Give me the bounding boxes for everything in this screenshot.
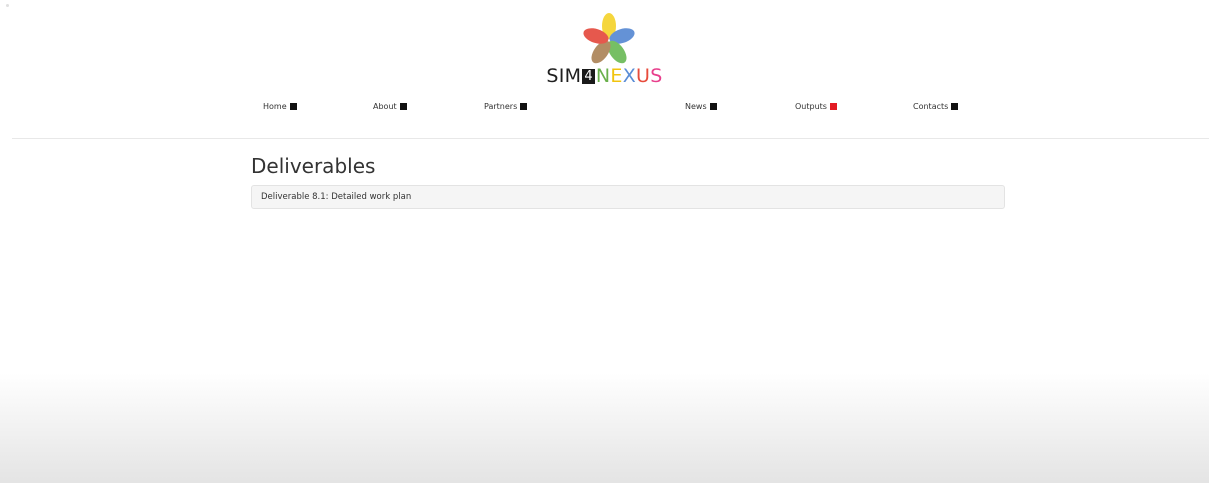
- nav-item-news[interactable]: News: [685, 102, 717, 111]
- nav-item-partners[interactable]: Partners: [484, 102, 528, 111]
- page: SIM 4 NEXUS Home About Partners News Outpu…: [0, 0, 1209, 483]
- logo-letter: E: [610, 65, 623, 87]
- main-nav: Home About Partners News Outputs Contact…: [0, 102, 1209, 116]
- nav-item-label: Partners: [484, 102, 518, 111]
- nav-item-label: About: [373, 102, 397, 111]
- star-logo-icon: [583, 13, 635, 64]
- logo-letter: U: [636, 65, 651, 87]
- square-icon: [520, 103, 528, 110]
- site-logo[interactable]: SIM 4 NEXUS: [0, 10, 1209, 90]
- page-title: Deliverables: [251, 154, 376, 178]
- square-icon: [709, 103, 717, 110]
- logo-letter: N: [595, 65, 611, 87]
- nav-item-label: Home: [263, 102, 287, 111]
- logo-text-sim: SIM: [546, 65, 582, 87]
- logo-text-nexus: NEXUS: [596, 65, 663, 87]
- nav-item-contacts[interactable]: Contacts: [913, 102, 959, 111]
- nav-item-about[interactable]: About: [373, 102, 407, 111]
- nav-item-label: Contacts: [913, 102, 949, 111]
- bottom-fade: [0, 373, 1209, 483]
- nav-item-label: News: [685, 102, 707, 111]
- square-icon: [829, 103, 837, 110]
- square-icon: [399, 103, 407, 110]
- nav-item-label: Outputs: [795, 102, 827, 111]
- header-divider: [12, 138, 1209, 139]
- logo-text-4: 4: [582, 69, 595, 84]
- square-icon: [951, 103, 959, 110]
- deliverable-item[interactable]: Deliverable 8.1: Detailed work plan: [251, 185, 1005, 209]
- corner-dot: [6, 4, 9, 7]
- logo-letter: S: [650, 65, 663, 87]
- deliverable-label[interactable]: Deliverable 8.1: Detailed work plan: [261, 192, 411, 202]
- logo-wordmark: SIM 4 NEXUS: [0, 65, 1209, 87]
- square-icon: [289, 103, 297, 110]
- nav-item-outputs[interactable]: Outputs: [795, 102, 837, 111]
- logo-letter: X: [622, 65, 637, 87]
- nav-item-home[interactable]: Home: [263, 102, 297, 111]
